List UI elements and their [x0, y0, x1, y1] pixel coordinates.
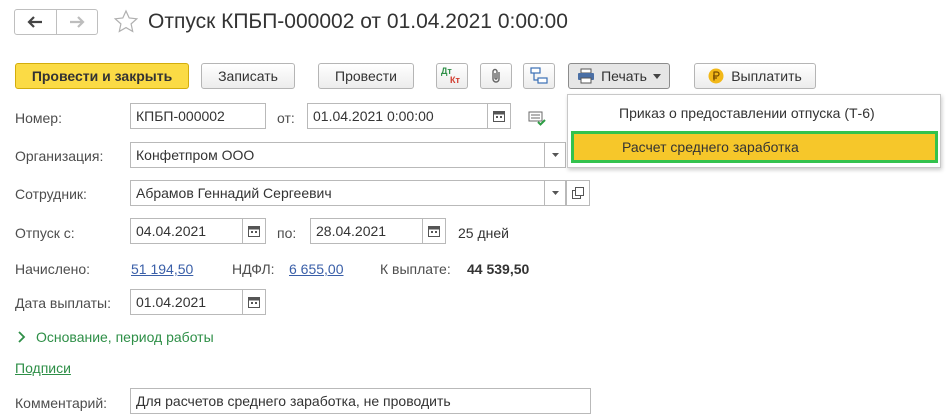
printer-icon — [578, 68, 595, 84]
dt-kt-button[interactable]: Дт Кт — [436, 63, 468, 89]
comment-label: Комментарий: — [15, 395, 108, 411]
employee-label: Сотрудник: — [15, 186, 87, 202]
vacation-to-label: по: — [277, 225, 297, 241]
structure-button[interactable] — [523, 63, 555, 89]
dt-kt-icon: Дт Кт — [441, 66, 460, 85]
print-button[interactable]: Печать — [568, 63, 670, 89]
document-date-calendar-button[interactable] — [487, 103, 511, 129]
vacation-from-field[interactable]: 04.04.2021 — [130, 218, 243, 244]
print-menu-item-t6[interactable]: Приказ о предоставлении отпуска (Т-6) — [568, 97, 940, 129]
calendar-icon — [428, 226, 440, 237]
caret-down-icon — [652, 73, 661, 79]
calendar-icon — [248, 297, 260, 308]
document-date-field[interactable]: 01.04.2021 0:00:00 — [307, 103, 488, 129]
pay-date-calendar-button[interactable] — [242, 289, 266, 315]
caret-down-icon — [551, 153, 559, 157]
calendar-icon — [248, 226, 260, 237]
employee-dropdown-button[interactable] — [544, 180, 566, 206]
document-title: Отпуск КПБП-000002 от 01.04.2021 0:00:00 — [148, 10, 568, 33]
comment-field[interactable]: Для расчетов среднего заработка, не пров… — [130, 388, 591, 414]
accrued-amount-link[interactable]: 51 194,50 — [131, 261, 193, 277]
pay-button-label: Выплатить — [731, 68, 802, 84]
arrow-right-icon — [69, 16, 85, 28]
vacation-from-calendar-button[interactable] — [242, 218, 266, 244]
signatures-link[interactable]: Подписи — [15, 360, 71, 376]
pay-button[interactable]: Выплатить — [694, 63, 816, 89]
to-pay-amount: 44 539,50 — [467, 261, 530, 277]
open-link-icon — [572, 187, 584, 199]
vacation-from-label: Отпуск с: — [15, 225, 75, 241]
chevron-right-icon — [18, 331, 26, 343]
employee-open-button[interactable] — [566, 180, 590, 206]
number-field[interactable]: КПБП-000002 — [130, 103, 266, 129]
print-button-label: Печать — [601, 68, 647, 84]
employee-field[interactable]: Абрамов Геннадий Сергеевич — [130, 180, 545, 206]
caret-down-icon — [551, 191, 559, 195]
post-and-close-button[interactable]: Провести и закрыть — [15, 63, 189, 89]
nav-buttons — [14, 9, 98, 35]
organization-field[interactable]: Конфетпром ООО — [130, 142, 545, 168]
basis-section-toggle[interactable]: Основание, период работы — [18, 329, 214, 345]
ndfl-label: НДФЛ: — [232, 261, 275, 277]
organization-dropdown-button[interactable] — [544, 142, 566, 168]
back-button[interactable] — [15, 10, 56, 34]
structure-icon — [530, 67, 548, 84]
vacation-to-calendar-button[interactable] — [422, 218, 446, 244]
favorite-star-icon[interactable] — [113, 9, 139, 35]
organization-label: Организация: — [15, 148, 104, 164]
forward-button[interactable] — [55, 10, 98, 34]
ndfl-amount-link[interactable]: 6 655,00 — [289, 261, 344, 277]
vacation-to-field[interactable]: 28.04.2021 — [310, 218, 423, 244]
print-menu: Приказ о предоставлении отпуска (Т-6) Ра… — [567, 94, 941, 168]
vacation-days-count: 25 дней — [458, 225, 509, 241]
arrow-left-icon — [27, 16, 43, 28]
number-label: Номер: — [15, 110, 62, 126]
date-from-label: от: — [277, 110, 295, 126]
pay-date-label: Дата выплаты: — [15, 295, 111, 311]
basis-section-label: Основание, период работы — [36, 329, 214, 345]
save-button[interactable]: Записать — [201, 63, 295, 89]
ruble-coin-icon — [708, 68, 724, 84]
paperclip-icon — [492, 68, 500, 83]
pay-date-field[interactable]: 01.04.2021 — [130, 289, 243, 315]
calendar-icon — [493, 111, 505, 122]
accrued-label: Начислено: — [15, 261, 91, 277]
post-button[interactable]: Провести — [318, 63, 414, 89]
to-pay-label: К выплате: — [380, 261, 451, 277]
document-status-icon[interactable] — [528, 111, 546, 127]
attach-button[interactable] — [480, 63, 512, 89]
print-menu-item-average-earnings[interactable]: Расчет среднего заработка — [571, 131, 938, 163]
